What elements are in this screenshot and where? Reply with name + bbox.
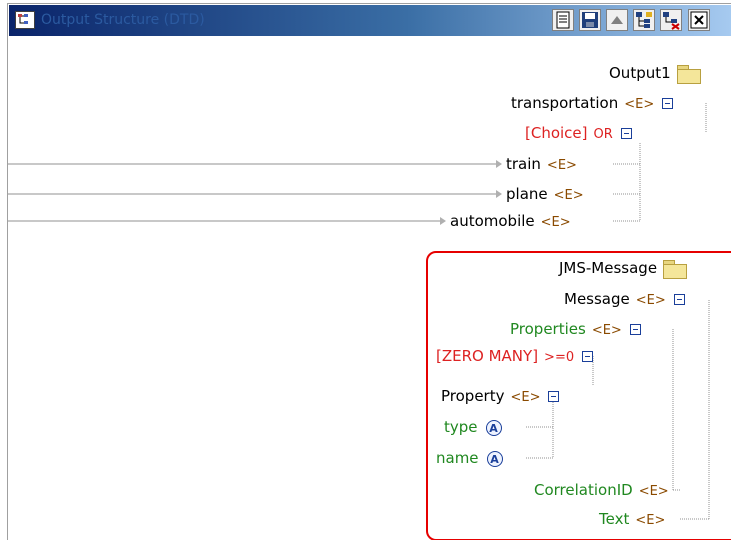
node-label: type [444,418,478,436]
collapse-toggle-icon[interactable] [629,324,641,335]
tree-node-train[interactable]: train <E> [506,154,577,174]
element-tag: <E> [635,513,666,528]
tree-node-transportation[interactable]: transportation <E> [511,93,674,113]
tree-node-name[interactable]: name A [436,448,503,468]
operator-label: >=0 [544,350,575,365]
node-label: JMS-Message [559,259,658,277]
node-label: [Choice] [525,124,588,142]
tree-node-correlation-id[interactable]: CorrelationID <E> [534,480,669,500]
node-label: train [506,155,541,173]
collapse-toggle-icon[interactable] [582,351,594,362]
attribute-icon: A [485,419,502,436]
node-label: Properties [510,320,586,338]
operator-label: OR [593,127,613,142]
node-label: [ZERO MANY] [436,347,539,365]
collapse-toggle-icon[interactable] [662,98,674,109]
node-label: Message [564,290,630,308]
element-tag: <E> [540,215,571,230]
folder-icon [676,64,701,84]
tree-node-property[interactable]: Property <E> [441,386,560,406]
tree-node-type[interactable]: type A [444,417,502,437]
folder-icon [663,259,688,279]
node-label: automobile [450,212,535,230]
tree-node-output1[interactable]: Output1 [609,63,701,84]
output-structure-panel: Output Structure (DTD) Output1 transport… [7,3,731,540]
element-tag: <E> [591,323,622,338]
element-tag: <E> [546,158,577,173]
tree-node-text[interactable]: Text <E> [599,509,665,529]
node-label: name [436,449,479,467]
node-label: Property [441,387,505,405]
element-tag: <E> [638,484,669,499]
tree-node-properties[interactable]: Properties <E> [510,319,641,339]
tree-node-plane[interactable]: plane <E> [506,184,584,204]
element-tag: <E> [553,188,584,203]
element-tag: <E> [635,293,666,308]
node-label: Output1 [609,64,671,82]
collapse-toggle-icon[interactable] [548,391,560,402]
collapse-toggle-icon[interactable] [673,294,685,305]
tree-node-automobile[interactable]: automobile <E> [450,211,571,231]
tree-node-zero-many[interactable]: [ZERO MANY] >=0 [436,346,594,366]
element-tag: <E> [510,390,541,405]
node-label: plane [506,185,548,203]
node-label: Text [599,510,630,528]
node-label: transportation [511,94,619,112]
attribute-icon: A [486,450,503,467]
tree-node-message[interactable]: Message <E> [564,289,685,309]
tree-node-choice[interactable]: [Choice] OR [525,123,632,143]
collapse-toggle-icon[interactable] [620,128,632,139]
node-label: CorrelationID [534,481,633,499]
element-tag: <E> [624,97,655,112]
tree-node-jms-message[interactable]: JMS-Message [559,258,688,279]
